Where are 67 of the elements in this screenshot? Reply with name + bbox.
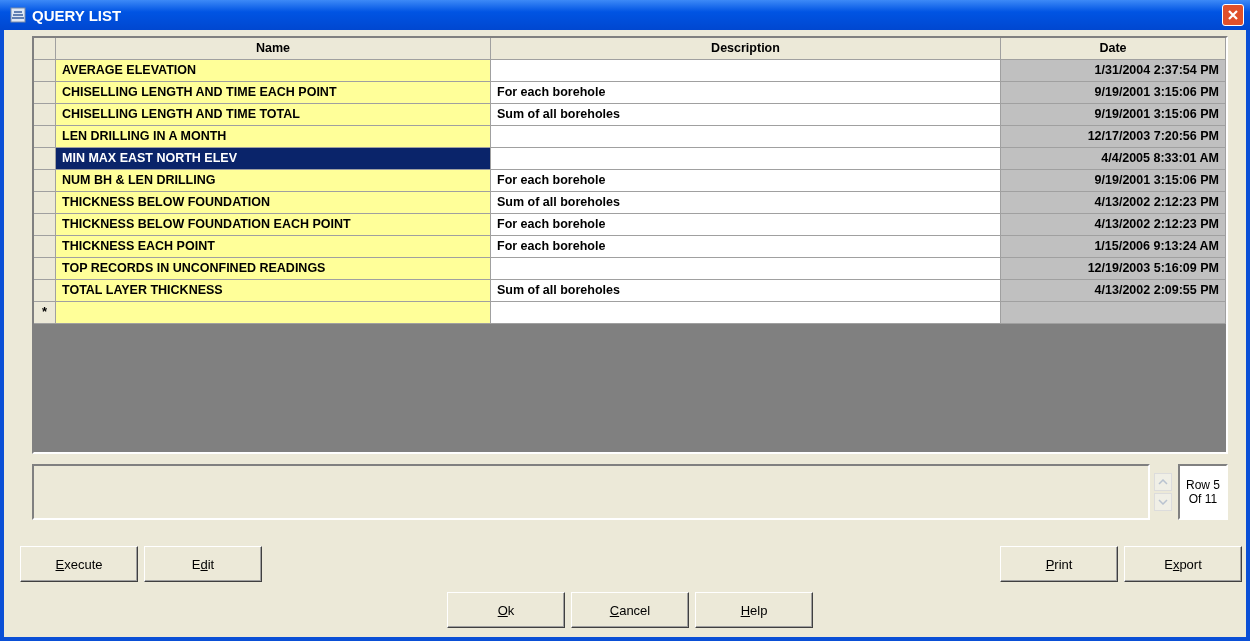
table-cell[interactable]: 4/13/2002 2:09:55 PM xyxy=(1001,280,1226,302)
table-cell[interactable]: Sum of all boreholes xyxy=(491,104,1001,126)
table-cell[interactable]: CHISELLING LENGTH AND TIME TOTAL xyxy=(56,104,491,126)
row-selector[interactable] xyxy=(34,170,56,192)
table-cell[interactable]: LEN DRILLING IN A MONTH xyxy=(56,126,491,148)
row-selector[interactable] xyxy=(34,192,56,214)
action-button[interactable]: Print xyxy=(1000,546,1118,582)
row-selector[interactable] xyxy=(34,82,56,104)
action-button[interactable]: Export xyxy=(1124,546,1242,582)
column-header[interactable]: Description xyxy=(491,38,1001,60)
row-selector[interactable] xyxy=(34,236,56,258)
table-cell[interactable]: 9/19/2001 3:15:06 PM xyxy=(1001,170,1226,192)
row-header xyxy=(34,38,56,60)
table-cell[interactable] xyxy=(1001,302,1226,324)
table-cell[interactable] xyxy=(491,60,1001,82)
row-selector[interactable] xyxy=(34,258,56,280)
table-cell[interactable]: THICKNESS BELOW FOUNDATION EACH POINT xyxy=(56,214,491,236)
table-cell[interactable]: For each borehole xyxy=(491,82,1001,104)
table-cell[interactable] xyxy=(491,302,1001,324)
app-icon xyxy=(10,7,26,23)
table-cell[interactable]: CHISELLING LENGTH AND TIME EACH POINT xyxy=(56,82,491,104)
table-cell[interactable]: 9/19/2001 3:15:06 PM xyxy=(1001,104,1226,126)
scroll-up-button[interactable] xyxy=(1154,473,1172,491)
scroll-down-button[interactable] xyxy=(1154,493,1172,511)
counter-text: Of 11 xyxy=(1188,492,1218,506)
table-cell[interactable]: For each borehole xyxy=(491,214,1001,236)
column-header[interactable]: Name xyxy=(56,38,491,60)
table-cell[interactable] xyxy=(491,258,1001,280)
row-selector[interactable] xyxy=(34,148,56,170)
new-row-marker: * xyxy=(34,302,56,324)
table-cell[interactable]: For each borehole xyxy=(491,170,1001,192)
dialog-button[interactable]: Help xyxy=(695,592,813,628)
action-button[interactable]: Execute xyxy=(20,546,138,582)
row-selector[interactable] xyxy=(34,214,56,236)
row-selector[interactable] xyxy=(34,126,56,148)
column-header[interactable]: Date xyxy=(1001,38,1226,60)
window-title: QUERY LIST xyxy=(32,6,123,24)
close-button[interactable] xyxy=(1222,4,1244,26)
table-cell[interactable] xyxy=(56,302,491,324)
table-cell[interactable]: MIN MAX EAST NORTH ELEV xyxy=(56,148,491,170)
counter-text: Row 5 xyxy=(1186,478,1220,492)
table-cell[interactable]: 12/17/2003 7:20:56 PM xyxy=(1001,126,1226,148)
table-cell[interactable]: 4/4/2005 8:33:01 AM xyxy=(1001,148,1226,170)
table-cell[interactable]: NUM BH & LEN DRILLING xyxy=(56,170,491,192)
table-cell[interactable]: 12/19/2003 5:16:09 PM xyxy=(1001,258,1226,280)
table-cell[interactable]: AVERAGE ELEVATION xyxy=(56,60,491,82)
table-cell[interactable]: Sum of all boreholes xyxy=(491,192,1001,214)
table-cell[interactable]: 9/19/2001 3:15:06 PM xyxy=(1001,82,1226,104)
table-cell[interactable] xyxy=(491,126,1001,148)
row-selector[interactable] xyxy=(34,280,56,302)
table-cell[interactable]: 4/13/2002 2:12:23 PM xyxy=(1001,192,1226,214)
dialog-button[interactable]: Cancel xyxy=(571,592,689,628)
table-cell[interactable] xyxy=(491,148,1001,170)
row-selector[interactable] xyxy=(34,104,56,126)
table-cell[interactable]: 1/31/2004 2:37:54 PM xyxy=(1001,60,1226,82)
table-cell[interactable]: 1/15/2006 9:13:24 AM xyxy=(1001,236,1226,258)
table-cell[interactable]: For each borehole xyxy=(491,236,1001,258)
close-icon xyxy=(1227,9,1239,21)
table-cell[interactable]: 4/13/2002 2:12:23 PM xyxy=(1001,214,1226,236)
row-selector[interactable] xyxy=(34,60,56,82)
table-cell[interactable]: THICKNESS EACH POINT xyxy=(56,236,491,258)
table-cell[interactable]: TOTAL LAYER THICKNESS xyxy=(56,280,491,302)
table-cell[interactable]: TOP RECORDS IN UNCONFINED READINGS xyxy=(56,258,491,280)
table-cell[interactable]: Sum of all boreholes xyxy=(491,280,1001,302)
action-button[interactable]: Edit xyxy=(144,546,262,582)
dialog-button[interactable]: Ok xyxy=(447,592,565,628)
table-cell[interactable]: THICKNESS BELOW FOUNDATION xyxy=(56,192,491,214)
